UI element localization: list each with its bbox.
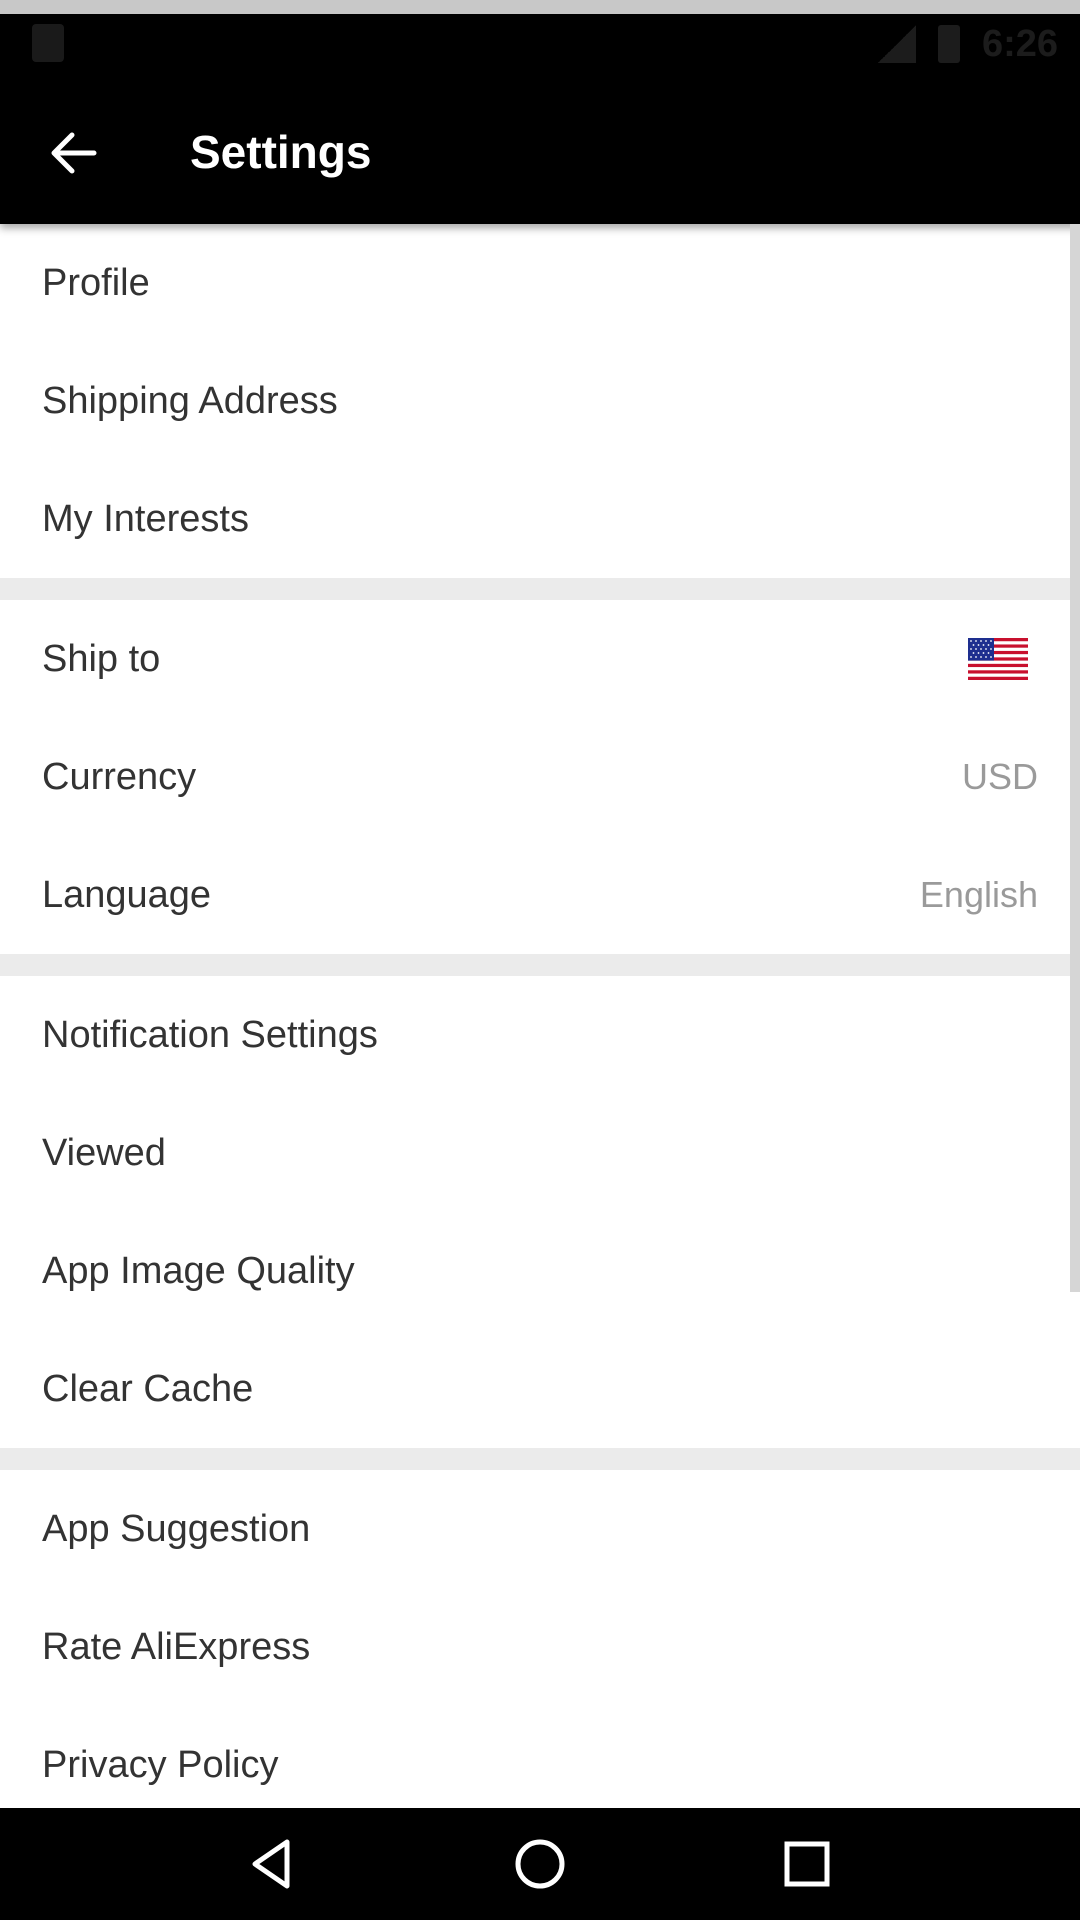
settings-item-label: Language bbox=[42, 873, 212, 916]
settings-item-label: Currency bbox=[42, 755, 197, 798]
settings-item-app-image-quality[interactable]: App Image Quality bbox=[0, 1212, 1080, 1330]
section-divider bbox=[0, 578, 1080, 600]
settings-item-language[interactable]: Language English bbox=[0, 836, 1080, 954]
recents-square-icon bbox=[784, 1841, 830, 1887]
section-account: Profile Shipping Address My Interests bbox=[0, 224, 1080, 578]
settings-item-rate-aliexpress[interactable]: Rate AliExpress bbox=[0, 1588, 1080, 1706]
settings-item-notification-settings[interactable]: Notification Settings bbox=[0, 976, 1080, 1094]
settings-item-label: Viewed bbox=[42, 1131, 166, 1174]
settings-item-viewed[interactable]: Viewed bbox=[0, 1094, 1080, 1212]
section-divider bbox=[0, 954, 1080, 976]
nav-back-button[interactable] bbox=[233, 1824, 313, 1904]
section-app: Notification Settings Viewed App Image Q… bbox=[0, 976, 1080, 1448]
settings-item-shipping-address[interactable]: Shipping Address bbox=[0, 342, 1080, 460]
nav-recents-button[interactable] bbox=[767, 1824, 847, 1904]
section-divider bbox=[0, 1448, 1080, 1470]
back-button[interactable] bbox=[34, 114, 112, 192]
page-title: Settings bbox=[190, 126, 372, 178]
status-bar: 6:26 bbox=[0, 0, 1080, 80]
settings-item-label: Profile bbox=[42, 261, 150, 304]
arrow-left-icon bbox=[51, 132, 97, 174]
status-time: 6:26 bbox=[981, 22, 1058, 65]
signal-icon bbox=[877, 25, 916, 63]
settings-list: Profile Shipping Address My Interests Sh… bbox=[0, 224, 1080, 1808]
settings-item-app-suggestion[interactable]: App Suggestion bbox=[0, 1470, 1080, 1588]
settings-item-ship-to[interactable]: Ship to bbox=[0, 600, 1080, 718]
settings-item-currency[interactable]: Currency USD bbox=[0, 718, 1080, 836]
settings-item-label: App Suggestion bbox=[42, 1507, 311, 1550]
section-about: App Suggestion Rate AliExpress Privacy P… bbox=[0, 1470, 1080, 1808]
settings-item-label: Clear Cache bbox=[42, 1367, 254, 1410]
language-value: English bbox=[919, 874, 1038, 915]
settings-item-label: My Interests bbox=[42, 497, 249, 540]
status-icons: 6:26 bbox=[877, 18, 1058, 70]
sd-card-icon bbox=[32, 24, 64, 62]
battery-icon bbox=[937, 25, 960, 63]
settings-screen: 6:26 Settings Profile Shipping Address M… bbox=[0, 0, 1080, 1920]
settings-item-label: Notification Settings bbox=[42, 1013, 378, 1056]
home-circle-icon bbox=[515, 1839, 565, 1889]
settings-item-label: App Image Quality bbox=[42, 1249, 355, 1292]
settings-item-profile[interactable]: Profile bbox=[0, 224, 1080, 342]
settings-item-label: Rate AliExpress bbox=[42, 1625, 311, 1668]
settings-item-privacy-policy[interactable]: Privacy Policy bbox=[0, 1706, 1080, 1808]
settings-item-my-interests[interactable]: My Interests bbox=[0, 460, 1080, 578]
settings-item-clear-cache[interactable]: Clear Cache bbox=[0, 1330, 1080, 1448]
settings-item-label: Shipping Address bbox=[42, 379, 338, 422]
section-region: Ship to Currency USD Language English bbox=[0, 600, 1080, 954]
app-bar: Settings bbox=[0, 80, 1080, 224]
back-triangle-icon bbox=[252, 1839, 290, 1889]
system-nav-bar bbox=[0, 1808, 1080, 1920]
us-flag-icon bbox=[968, 638, 1028, 680]
settings-item-label: Privacy Policy bbox=[42, 1743, 279, 1786]
nav-home-button[interactable] bbox=[500, 1824, 580, 1904]
settings-item-label: Ship to bbox=[42, 637, 161, 680]
scrollbar[interactable] bbox=[1070, 224, 1080, 1292]
currency-value: USD bbox=[961, 756, 1038, 797]
